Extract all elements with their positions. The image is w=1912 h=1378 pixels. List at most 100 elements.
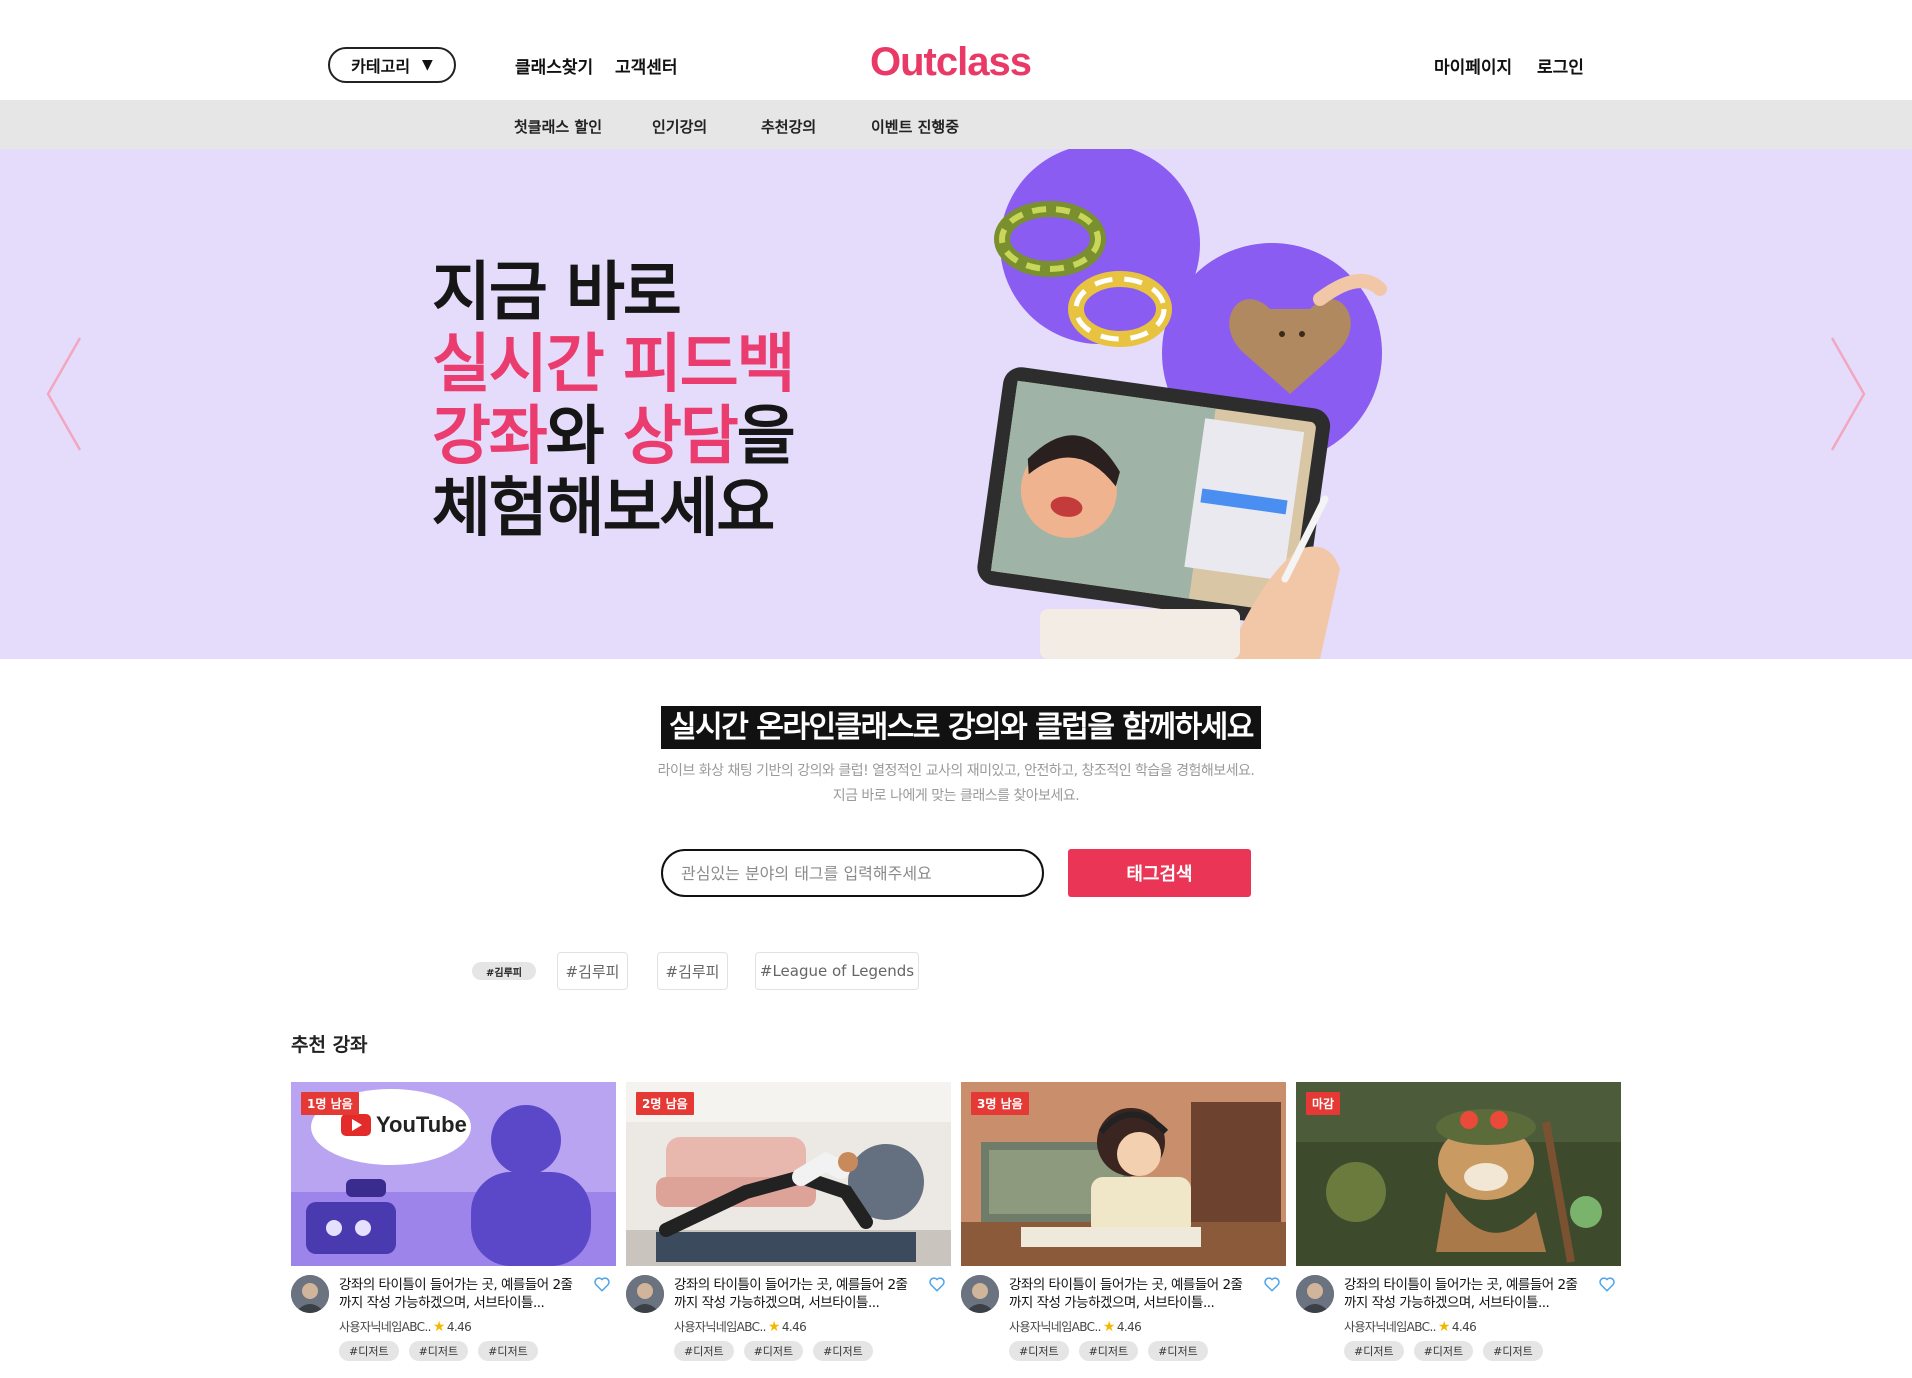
rating-value: 4.46 [446,1319,472,1334]
category-label: 카테고리 [351,57,411,76]
tag-search-button[interactable]: 태그검색 [1068,849,1251,897]
hero-line-1: 지금 바로 [432,256,682,330]
logo[interactable]: Outclass [870,40,1032,85]
course-card[interactable]: YouTube 1명 남음 강좌의 타이틀이 들어가는 곳, 예를들어 2줄까지… [291,1082,616,1372]
subnav-events[interactable]: 이벤트 진행중 [871,116,959,137]
course-title[interactable]: 강좌의 타이틀이 들어가는 곳, 예를들어 2줄까지 작성 가능하겠으며, 서브… [1344,1276,1589,1312]
hero-line-2: 실시간 피드백 [432,328,796,402]
intro-description-2: 지금 바로 나에게 맞는 클래스를 찾아보세요. [832,788,1080,804]
hero-word-consult: 상담 [622,400,739,474]
course-tag[interactable]: #디저트 [743,1341,804,1361]
carousel-next-button[interactable] [1826,334,1870,454]
heart-icon[interactable] [593,1275,611,1293]
course-title[interactable]: 강좌의 타이틀이 들어가는 곳, 예를들어 2줄까지 작성 가능하겠으며, 서브… [674,1276,919,1312]
course-tag[interactable]: #디저트 [674,1341,734,1361]
category-dropdown-button[interactable]: 카테고리 ▼ [328,47,456,83]
course-title[interactable]: 강좌의 타이틀이 들어가는 곳, 예를들어 2줄까지 작성 가능하겠으며, 서브… [1009,1276,1254,1312]
intro-description-1: 라이브 화상 채팅 기반의 강의와 클럽! 열정적인 교사의 재미있고, 안전하… [657,763,1255,779]
heart-icon[interactable] [1598,1275,1616,1293]
tag-search-input[interactable] [661,849,1044,897]
subnav-recommended[interactable]: 추천강의 [761,116,816,137]
course-tag[interactable]: #디저트 [478,1341,538,1361]
hero-line-3: 강좌와 상담을 [432,400,796,474]
course-tags: #디저트 #디저트 #디저트 [674,1341,873,1361]
tag-chip[interactable]: #김루피 [557,952,628,990]
course-tag[interactable]: #디저트 [408,1341,469,1361]
subnav-popular[interactable]: 인기강의 [652,116,707,137]
hero-line-4: 체험해보세요 [432,472,775,546]
subnav-first-class-discount[interactable]: 첫클래스 할인 [514,116,602,137]
nav-login[interactable]: 로그인 [1537,53,1584,78]
course-meta: 사용자닉네임ABC.. ★ 4.46 [674,1318,807,1335]
rating-value: 4.46 [1116,1319,1142,1334]
sub-navigation: 첫클래스 할인 인기강의 추천강의 이벤트 진행중 [0,100,1912,149]
course-tag[interactable]: #디저트 [1078,1341,1139,1361]
avatar[interactable] [291,1275,329,1313]
course-thumbnail[interactable]: 2명 남음 [626,1082,951,1266]
tag-chip[interactable]: #League of Legends [755,952,919,990]
course-tag[interactable]: #디저트 [1148,1341,1208,1361]
course-thumbnail[interactable]: 3명 남음 [961,1082,1286,1266]
intro-title: 실시간 온라인클래스로 강의와 클럽을 함께하세요 [661,706,1261,749]
hero-word-object: 을 [736,400,796,474]
course-meta: 사용자닉네임ABC.. ★ 4.46 [1344,1318,1477,1335]
avatar[interactable] [961,1275,999,1313]
author-name: 사용자닉네임ABC.. [339,1320,431,1334]
nav-support[interactable]: 고객센터 [615,53,678,78]
star-icon: ★ [767,1318,781,1335]
rating-value: 4.46 [1451,1319,1477,1334]
nav-find-class[interactable]: 클래스찾기 [515,53,593,78]
author-name: 사용자닉네임ABC.. [674,1320,766,1334]
course-tag[interactable]: #디저트 [339,1341,399,1361]
star-icon: ★ [1437,1318,1451,1335]
closed-badge: 마감 [1306,1092,1341,1115]
author-name: 사용자닉네임ABC.. [1344,1320,1436,1334]
course-tags: #디저트 #디저트 #디저트 [339,1341,538,1361]
course-card[interactable]: 마감 강좌의 타이틀이 들어가는 곳, 예를들어 2줄까지 작성 가능하겠으며,… [1296,1082,1621,1372]
chevron-left-icon [46,337,82,451]
svg-text:YouTube: YouTube [376,1112,467,1137]
heart-icon[interactable] [928,1275,946,1293]
avatar[interactable] [626,1275,664,1313]
user-avatar-icon [961,1275,999,1313]
avatar[interactable] [1296,1275,1334,1313]
course-card[interactable]: 2명 남음 강좌의 타이틀이 들어가는 곳, 예를들어 2줄까지 작성 가능하겠… [626,1082,951,1372]
hero-banner: 지금 바로 실시간 피드백 강좌와 상담을 체험해보세요 [0,149,1912,659]
course-tag[interactable]: #디저트 [1483,1341,1543,1361]
user-avatar-icon [291,1275,329,1313]
course-tag[interactable]: #디저트 [813,1341,873,1361]
hero-illustration [977,149,1387,659]
tag-chip[interactable]: #김루피 [472,962,536,980]
hero-headline: 지금 바로 실시간 피드백 강좌와 상담을 체험해보세요 [432,256,796,546]
user-avatar-icon [1296,1275,1334,1313]
course-meta: 사용자닉네임ABC.. ★ 4.46 [1009,1318,1142,1335]
course-card[interactable]: 3명 남음 강좌의 타이틀이 들어가는 곳, 예를들어 2줄까지 작성 가능하겠… [961,1082,1286,1372]
course-tag[interactable]: #디저트 [1009,1341,1069,1361]
tag-chip[interactable]: #김루피 [657,952,728,990]
site-header: 카테고리 ▼ 클래스찾기 고객센터 Outclass 마이페이지 로그인 [0,0,1912,100]
course-tags: #디저트 #디저트 #디저트 [1009,1341,1208,1361]
course-tags: #디저트 #디저트 #디저트 [1344,1341,1543,1361]
chevron-down-icon: ▼ [422,57,433,73]
seats-left-badge: 3명 남음 [971,1092,1029,1115]
course-tag[interactable]: #디저트 [1344,1341,1404,1361]
heart-icon[interactable] [1263,1275,1281,1293]
course-thumbnail[interactable]: 마감 [1296,1082,1621,1266]
course-meta: 사용자닉네임ABC.. ★ 4.46 [339,1318,472,1335]
author-name: 사용자닉네임ABC.. [1009,1320,1101,1334]
course-thumbnail[interactable]: YouTube 1명 남음 [291,1082,616,1266]
star-icon: ★ [1102,1318,1116,1335]
star-icon: ★ [432,1318,446,1335]
section-title-recommended: 추천 강좌 [291,1034,368,1056]
carousel-prev-button[interactable] [42,334,86,454]
course-title[interactable]: 강좌의 타이틀이 들어가는 곳, 예를들어 2줄까지 작성 가능하겠으며, 서브… [339,1276,584,1312]
seats-left-badge: 1명 남음 [301,1092,359,1115]
course-tag[interactable]: #디저트 [1413,1341,1474,1361]
user-avatar-icon [626,1275,664,1313]
nav-mypage[interactable]: 마이페이지 [1434,53,1512,78]
hero-word-course: 강좌 [432,400,548,474]
game-character-illustration-icon [1296,1082,1621,1266]
hero-word-and: 와 [545,400,623,474]
rating-value: 4.46 [781,1319,807,1334]
chevron-right-icon [1830,337,1866,451]
